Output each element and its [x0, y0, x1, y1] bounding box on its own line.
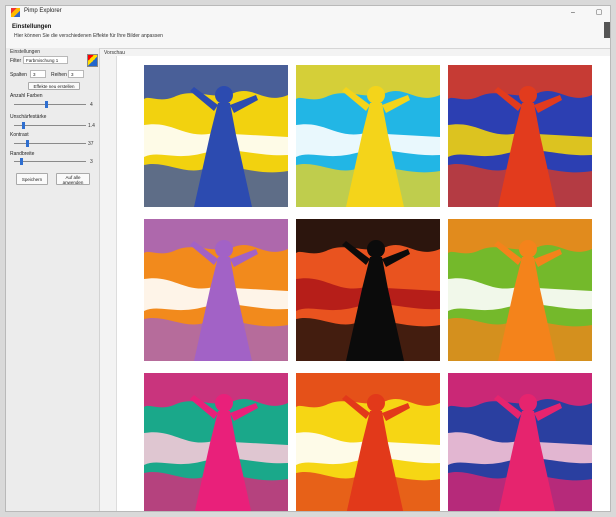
colors-slider-thumb[interactable]: [45, 101, 49, 108]
colors-value: 4: [90, 102, 93, 108]
effect-tile[interactable]: [296, 219, 440, 361]
border-width-slider[interactable]: [14, 161, 86, 162]
app-window: Pimp Explorer – ▢ Einstellungen Hier kön…: [5, 5, 611, 512]
colors-slider[interactable]: [14, 104, 86, 105]
filter-preview-swatch: [87, 54, 98, 67]
header-scrollbar[interactable]: [604, 22, 610, 38]
effect-tile[interactable]: [144, 373, 288, 511]
recreate-effects-button[interactable]: Effekte neu erstellen: [28, 82, 80, 90]
header-subtitle: Hier können Sie die verschiedenen Effekt…: [14, 33, 163, 39]
settings-sidebar: Einstellungen Filter Farbmischung 1 Spal…: [6, 48, 100, 511]
blur-slider-thumb[interactable]: [21, 122, 25, 129]
effect-tile[interactable]: [144, 219, 288, 361]
border-width-slider-thumb[interactable]: [20, 158, 24, 165]
filter-select[interactable]: Farbmischung 1: [23, 56, 68, 64]
minimize-icon[interactable]: –: [566, 7, 580, 18]
filter-label: Filter: [10, 58, 22, 64]
blur-label: Unschärfestärke: [10, 114, 47, 120]
title-bar: Pimp Explorer – ▢: [6, 6, 610, 20]
effect-tile[interactable]: [448, 65, 592, 207]
effect-tile[interactable]: [296, 65, 440, 207]
effect-tile[interactable]: [448, 373, 592, 511]
columns-label: Spalten: [10, 72, 27, 78]
header-title: Einstellungen: [12, 24, 52, 30]
border-width-value: 3: [90, 159, 93, 165]
save-button[interactable]: Speichern: [16, 173, 48, 185]
contrast-value: 37: [88, 141, 94, 147]
preview-area: [116, 56, 610, 511]
border-width-label: Randbreite: [10, 151, 35, 157]
apply-all-button[interactable]: Auf alle anwenden: [56, 173, 90, 185]
effect-tile[interactable]: [144, 65, 288, 207]
contrast-slider[interactable]: [14, 143, 86, 144]
rows-label: Reihen: [51, 72, 67, 78]
window-title: Pimp Explorer: [24, 8, 62, 14]
contrast-label: Kontrast: [10, 132, 29, 138]
contrast-slider-thumb[interactable]: [25, 140, 29, 147]
colors-label: Anzahl Farben: [10, 93, 43, 99]
blur-value: 1.4: [88, 123, 95, 129]
rows-spinbox[interactable]: 3: [68, 70, 84, 78]
blur-slider[interactable]: [14, 125, 86, 126]
effect-tile[interactable]: [296, 373, 440, 511]
header-panel: Einstellungen Hier können Sie die versch…: [6, 20, 610, 49]
effect-tile[interactable]: [448, 219, 592, 361]
app-icon: [11, 8, 20, 17]
columns-spinbox[interactable]: 3: [30, 70, 46, 78]
settings-section-label: Einstellungen: [10, 49, 41, 55]
maximize-icon[interactable]: ▢: [592, 7, 606, 18]
